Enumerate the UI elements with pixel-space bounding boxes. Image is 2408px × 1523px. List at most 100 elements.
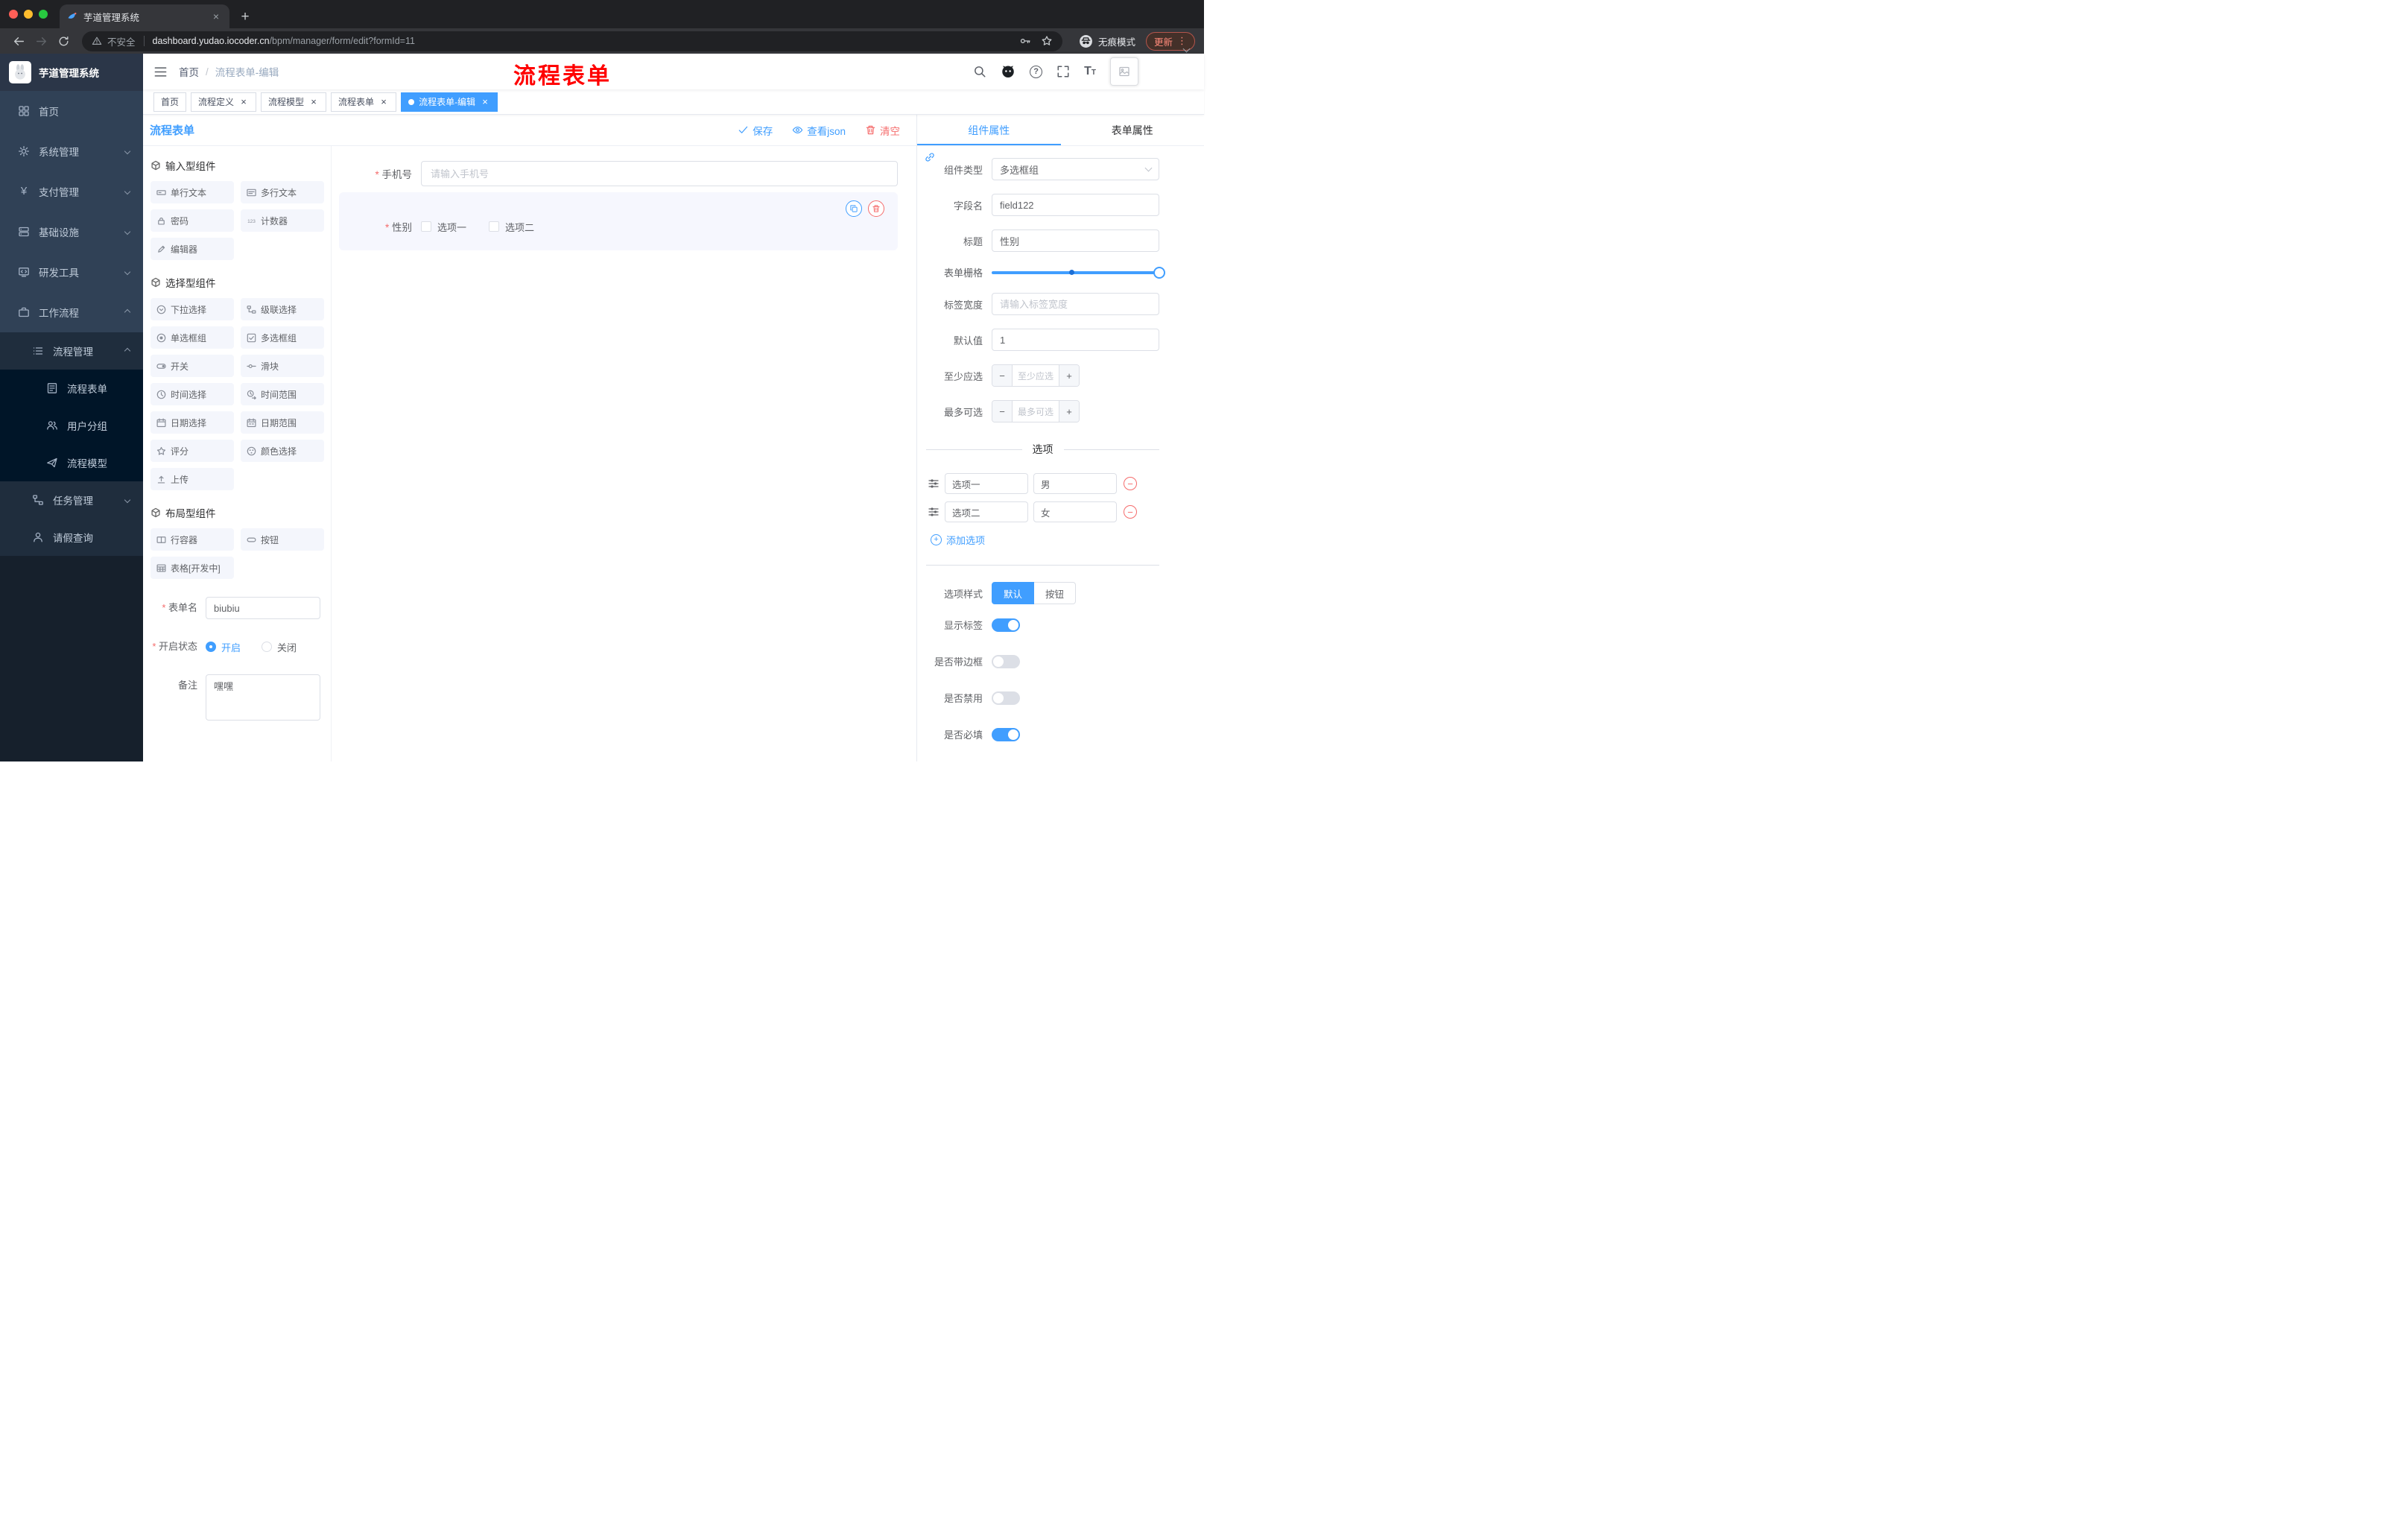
sidebar-item-dev-tools[interactable]: 研发工具 bbox=[0, 252, 143, 292]
tag-process-form-edit[interactable]: 流程表单-编辑 bbox=[401, 92, 498, 112]
hamburger-icon[interactable] bbox=[153, 65, 168, 79]
reload-icon[interactable] bbox=[54, 31, 73, 51]
palette-item-radio-group[interactable]: 单选框组 bbox=[150, 326, 234, 349]
palette-item-cascader[interactable]: 级联选择 bbox=[241, 298, 324, 320]
border-toggle[interactable] bbox=[992, 654, 1020, 668]
security-label[interactable]: 不安全 bbox=[107, 34, 136, 48]
tag-process-form[interactable]: 流程表单 bbox=[331, 92, 397, 112]
palette-item-upload[interactable]: 上传 bbox=[150, 468, 234, 490]
palette-item-switch[interactable]: 开关 bbox=[150, 355, 234, 377]
phone-field-input[interactable] bbox=[421, 161, 898, 186]
default-value-input[interactable] bbox=[992, 329, 1159, 351]
tag-close-icon[interactable] bbox=[480, 97, 490, 107]
avatar[interactable] bbox=[1110, 57, 1138, 86]
help-icon[interactable] bbox=[1030, 65, 1043, 78]
palette-item-button[interactable]: 按钮 bbox=[241, 528, 324, 551]
option-value-input[interactable] bbox=[1033, 501, 1117, 522]
palette-item-table[interactable]: 表格[开发中] bbox=[150, 557, 234, 579]
clear-button[interactable]: 清空 bbox=[865, 123, 900, 138]
palette-item-checkbox-group[interactable]: 多选框组 bbox=[241, 326, 324, 349]
title-input[interactable] bbox=[992, 229, 1159, 252]
option-label-input[interactable] bbox=[945, 473, 1028, 494]
checkbox-option-one[interactable]: 选项一 bbox=[421, 220, 466, 234]
phone-field-row[interactable]: 手机号 bbox=[339, 161, 898, 186]
palette-item-date-range[interactable]: 日期范围 bbox=[241, 411, 324, 434]
label-width-input[interactable] bbox=[992, 293, 1159, 315]
palette-item-date-picker[interactable]: 日期选择 bbox=[150, 411, 234, 434]
sidebar-item-task-management[interactable]: 任务管理 bbox=[0, 481, 143, 519]
bookmark-star-icon[interactable] bbox=[1041, 35, 1053, 47]
tab-form-properties[interactable]: 表单属性 bbox=[1061, 115, 1205, 145]
tag-close-icon[interactable] bbox=[308, 97, 319, 107]
palette-item-time-picker[interactable]: 时间选择 bbox=[150, 383, 234, 405]
add-option-button[interactable]: 添加选项 bbox=[931, 533, 1159, 547]
palette-item-time-range[interactable]: 时间范围 bbox=[241, 383, 324, 405]
min-select-value[interactable]: 至少应选 bbox=[1013, 365, 1059, 386]
slider-handle[interactable] bbox=[1153, 266, 1165, 279]
required-toggle[interactable] bbox=[992, 727, 1020, 741]
tag-close-icon[interactable] bbox=[378, 97, 389, 107]
forward-icon[interactable] bbox=[31, 31, 51, 51]
sidebar-item-process-form[interactable]: 流程表单 bbox=[0, 370, 143, 407]
sidebar-item-leave-query[interactable]: 请假查询 bbox=[0, 519, 143, 556]
minimize-window-button[interactable] bbox=[24, 10, 33, 19]
sidebar-item-process-model[interactable]: 流程模型 bbox=[0, 444, 143, 481]
palette-item-counter[interactable]: 123 计数器 bbox=[241, 209, 324, 232]
view-json-button[interactable]: 查看json bbox=[792, 123, 846, 138]
link-icon[interactable] bbox=[924, 151, 936, 163]
new-tab-button[interactable] bbox=[235, 6, 255, 28]
palette-item-row-container[interactable]: 行容器 bbox=[150, 528, 234, 551]
sidebar-item-process-management[interactable]: 流程管理 bbox=[0, 332, 143, 370]
component-type-select[interactable]: 多选框组 bbox=[992, 158, 1159, 180]
address-bar[interactable]: 不安全 dashboard.yudao.iocoder.cn/bpm/manag… bbox=[82, 31, 1062, 51]
form-name-input[interactable] bbox=[206, 597, 320, 619]
radio-closed[interactable]: 关闭 bbox=[262, 640, 297, 654]
tag-close-icon[interactable] bbox=[238, 97, 249, 107]
delete-component-button[interactable] bbox=[868, 200, 884, 217]
minus-button[interactable] bbox=[992, 401, 1013, 422]
tab-close-icon[interactable] bbox=[210, 10, 222, 22]
breadcrumb-home[interactable]: 首页 bbox=[179, 64, 199, 79]
selected-component-gender[interactable]: 性别 选项一 选项二 bbox=[339, 192, 898, 250]
palette-item-password[interactable]: 密码 bbox=[150, 209, 234, 232]
tag-process-model[interactable]: 流程模型 bbox=[261, 92, 327, 112]
radio-open[interactable]: 开启 bbox=[206, 640, 241, 654]
disabled-toggle[interactable] bbox=[992, 691, 1020, 705]
palette-item-color-picker[interactable]: 颜色选择 bbox=[241, 440, 324, 462]
plus-button[interactable] bbox=[1059, 401, 1079, 422]
palette-item-editor[interactable]: 编辑器 bbox=[150, 238, 234, 260]
plus-button[interactable] bbox=[1059, 365, 1079, 386]
minus-button[interactable] bbox=[992, 365, 1013, 386]
drag-handle-icon[interactable] bbox=[928, 478, 940, 490]
max-select-value[interactable]: 最多可选 bbox=[1013, 401, 1059, 422]
palette-item-select[interactable]: 下拉选择 bbox=[150, 298, 234, 320]
sidebar-item-workflow[interactable]: 工作流程 bbox=[0, 292, 143, 332]
palette-item-rate[interactable]: 评分 bbox=[150, 440, 234, 462]
back-icon[interactable] bbox=[9, 31, 28, 51]
palette-item-multi-line-text[interactable]: 多行文本 bbox=[241, 181, 324, 203]
show-label-toggle[interactable] bbox=[992, 618, 1020, 632]
remove-option-icon[interactable] bbox=[1124, 505, 1137, 519]
sidebar-item-payment[interactable]: ¥ 支付管理 bbox=[0, 171, 143, 212]
drag-handle-icon[interactable] bbox=[928, 506, 940, 518]
sidebar-item-user-group[interactable]: 用户分组 bbox=[0, 407, 143, 444]
option-value-input[interactable] bbox=[1033, 473, 1117, 494]
option-label-input[interactable] bbox=[945, 501, 1028, 522]
remove-option-icon[interactable] bbox=[1124, 477, 1137, 490]
style-default-button[interactable]: 默认 bbox=[992, 582, 1035, 604]
form-remark-textarea[interactable]: 嘿嘿 bbox=[206, 674, 320, 721]
sidebar-item-infrastructure[interactable]: 基础设施 bbox=[0, 212, 143, 252]
tag-home[interactable]: 首页 bbox=[153, 92, 187, 112]
palette-item-slider[interactable]: 滑块 bbox=[241, 355, 324, 377]
form-canvas[interactable]: 手机号 性别 选项一 选项二 bbox=[332, 146, 916, 762]
save-button[interactable]: 保存 bbox=[738, 123, 773, 138]
browser-tab[interactable]: 芋道管理系统 bbox=[60, 4, 229, 28]
palette-item-single-line-text[interactable]: 单行文本 bbox=[150, 181, 234, 203]
copy-component-button[interactable] bbox=[846, 200, 862, 217]
field-name-input[interactable] bbox=[992, 194, 1159, 216]
checkbox-option-two[interactable]: 选项二 bbox=[489, 220, 534, 234]
search-icon[interactable] bbox=[973, 65, 986, 78]
sidebar-item-home[interactable]: 首页 bbox=[0, 91, 143, 131]
maximize-window-button[interactable] bbox=[39, 10, 48, 19]
password-key-icon[interactable] bbox=[1019, 35, 1031, 47]
